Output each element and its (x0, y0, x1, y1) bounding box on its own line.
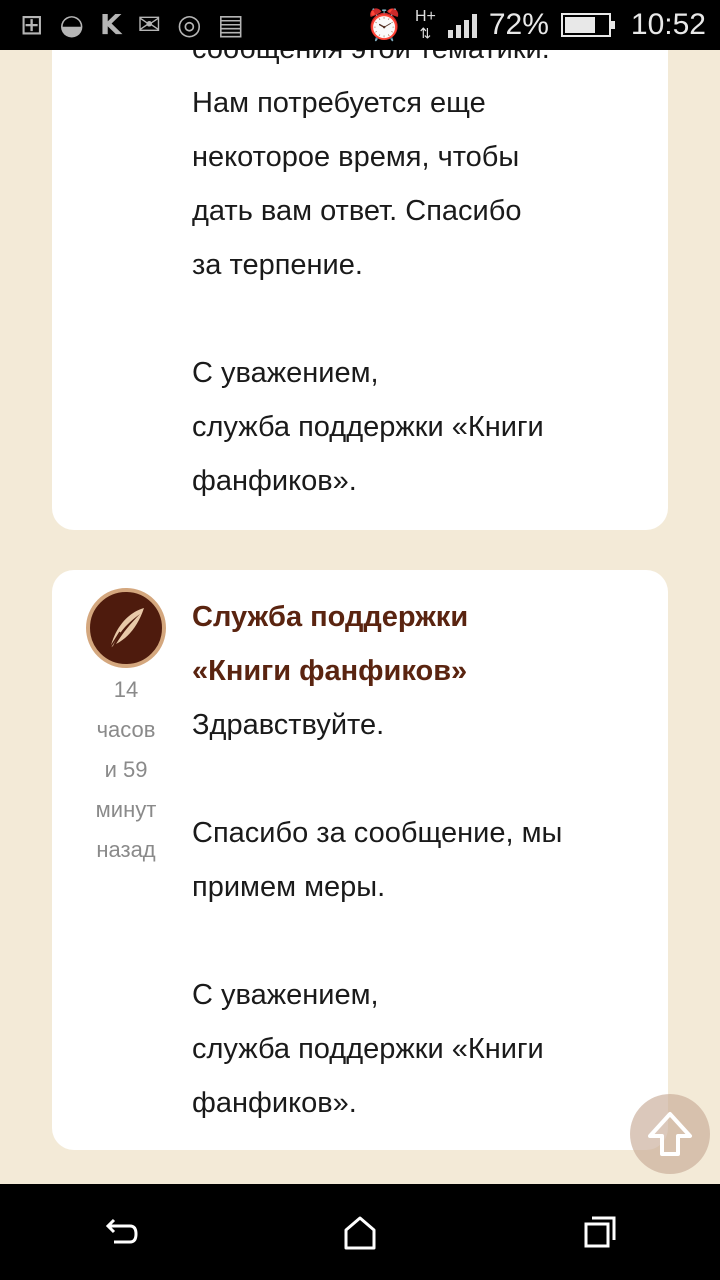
time-ago-line: минут (95, 797, 157, 822)
message-line: примем меры. (192, 871, 386, 903)
time-ago-line: и 59 (104, 757, 148, 782)
author-name[interactable]: Служба поддержки «Книги фанфиков» (192, 590, 632, 698)
add-notification-icon: ⊞ (20, 8, 44, 41)
message-text: Служба поддержки «Книги фанфиков» Здравс… (192, 590, 632, 1130)
network-type-icon: H+ ⇅ (414, 8, 436, 42)
time-ago-line: назад (96, 837, 156, 862)
alarm-icon: ⏰ (365, 7, 403, 43)
message-text: сообщения этой тематики. Нам потребуется… (192, 22, 632, 508)
arrow-up-icon (648, 1112, 692, 1156)
message-line: за терпение. (192, 249, 363, 281)
navigation-bar (0, 1184, 720, 1280)
message-line: Спасибо за сообщение, мы (192, 817, 563, 849)
message-line: С уважением, (192, 357, 379, 389)
avatar[interactable] (86, 588, 166, 668)
time-ago: 14 часов и 59 минут назад (82, 670, 170, 870)
message-line: фанфиков». (192, 465, 357, 497)
message-card: 14 часов и 59 минут назад Служба поддерж… (52, 570, 668, 1150)
message-signature: фанфиков». (192, 1087, 357, 1119)
message-greeting: Здравствуйте. (192, 709, 385, 741)
keyboard-icon: ▤ (217, 8, 244, 41)
time-ago-line: 14 (113, 677, 139, 702)
message-signature: служба поддержки «Книги (192, 1033, 544, 1065)
message-line: некоторое время, чтобы (192, 141, 520, 173)
back-button[interactable] (80, 1192, 160, 1272)
recent-apps-icon (584, 1216, 616, 1248)
sberbank-icon: ◒ (59, 8, 84, 41)
message-card: сообщения этой тематики. Нам потребуется… (52, 0, 668, 530)
signal-icon (447, 12, 477, 38)
back-icon (105, 1218, 138, 1244)
clock: 10:52 (630, 8, 706, 41)
gmail-icon: ✉ (137, 8, 162, 41)
author-name-line: Служба поддержки (192, 601, 469, 633)
time-ago-line: часов (96, 717, 156, 742)
author-name-line: «Книги фанфиков» (192, 655, 468, 687)
status-bar: ⊞ ◒ K ✉ ◎ ▤ ⏰ H+ ⇅ 72% 10:52 (0, 0, 720, 50)
home-icon (344, 1216, 376, 1250)
battery-fill (564, 17, 596, 33)
battery-icon (560, 13, 615, 37)
message-line: служба поддержки «Книги (192, 411, 544, 443)
message-line: Нам потребуется еще (192, 87, 486, 119)
quill-icon (109, 608, 144, 649)
notification-icons: ⊞ ◒ K ✉ ◎ ▤ (20, 0, 244, 50)
scroll-to-top-button[interactable] (630, 1094, 710, 1174)
home-button[interactable] (320, 1192, 400, 1272)
message-line: дать вам ответ. Спасибо (192, 195, 522, 227)
system-indicators: ⏰ H+ ⇅ 72% 10:52 (366, 0, 706, 50)
network-type-label: H+ (414, 8, 436, 25)
vk-icon: K (99, 8, 122, 41)
battery-percent: 72% (488, 8, 549, 41)
recent-apps-button[interactable] (560, 1192, 640, 1272)
instagram-icon: ◎ (177, 8, 202, 41)
message-signature: С уважением, (192, 979, 379, 1011)
